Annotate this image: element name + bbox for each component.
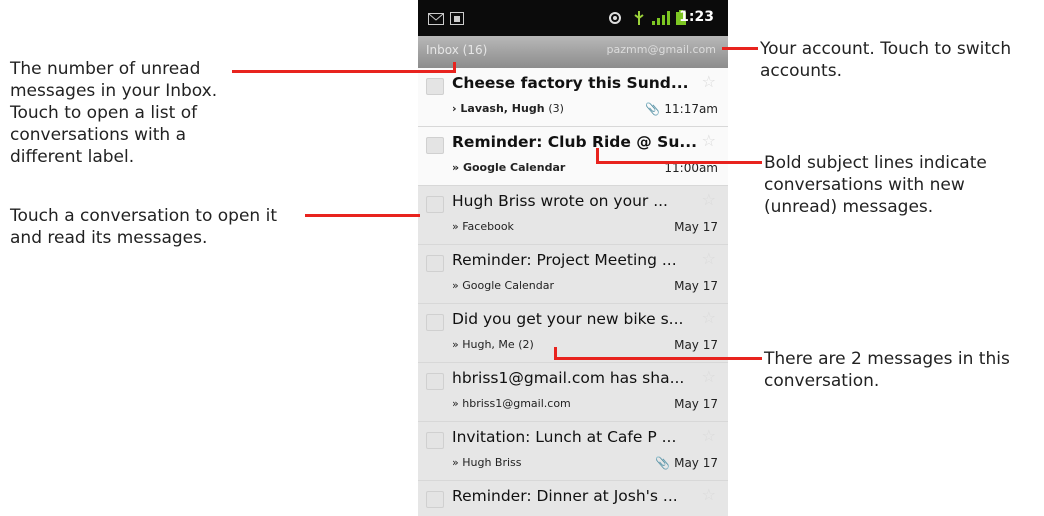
inbox-header-bar: Inbox (16) pazmm@gmail.com [418, 36, 728, 68]
signal-icon [652, 10, 670, 29]
date-text: May 17 [674, 456, 718, 470]
select-checkbox[interactable] [426, 255, 444, 272]
callout-open-conversation: Touch a conversation to open it and read… [10, 206, 277, 248]
sender-prefix-icon: » [452, 220, 459, 233]
callout-line-unread-count-tip [453, 62, 456, 73]
conversation-row[interactable]: ☆ Reminder: Club Ride @ Su... » Google Cal… [418, 127, 728, 186]
inbox-label-button[interactable]: Inbox (16) [426, 43, 487, 57]
callout-line-open-conversation [305, 214, 420, 217]
status-bar: 1:23 [418, 0, 728, 36]
conversation-subject: Cheese factory this Sund... [452, 74, 689, 92]
callout-bold-subject: Bold subject lines indicate conversation… [764, 153, 987, 217]
select-checkbox[interactable] [426, 432, 444, 449]
conversation-date: 📎 May 17 [655, 456, 718, 470]
date-text: May 17 [674, 279, 718, 293]
attachment-icon: 📎 [655, 456, 671, 470]
gps-icon [608, 10, 622, 29]
select-checkbox[interactable] [426, 196, 444, 213]
sd-card-icon [450, 10, 464, 29]
conversation-date: May 17 [674, 397, 718, 411]
conversation-sender: » Hugh, Me (2) [452, 338, 534, 351]
star-icon[interactable]: ☆ [702, 249, 716, 268]
callout-line-message-count [556, 357, 762, 360]
star-icon[interactable]: ☆ [702, 426, 716, 445]
conversation-subject: Invitation: Lunch at Cafe P ... [452, 428, 677, 446]
callout-account: Your account. Touch to switch accounts. [760, 39, 1012, 81]
select-checkbox[interactable] [426, 137, 444, 154]
select-checkbox[interactable] [426, 491, 444, 508]
sender-name: Google Calendar [462, 279, 554, 292]
date-text: May 17 [674, 397, 718, 411]
sender-name: Google Calendar [462, 161, 566, 174]
conversation-date: May 17 [674, 338, 718, 352]
conversation-list: ☆ Cheese factory this Sund... › Lavash, Hu… [418, 68, 728, 516]
account-switcher[interactable]: pazmm@gmail.com [607, 43, 716, 56]
conversation-date: May 17 [674, 279, 718, 293]
sender-prefix-icon: » [452, 338, 459, 351]
sender-prefix-icon: » [452, 161, 460, 174]
message-count: (3) [548, 102, 564, 115]
callout-line-unread-count [232, 70, 454, 73]
conversation-row[interactable]: ☆ Reminder: Project Meeting ... » Google C… [418, 245, 728, 304]
callout-line-message-count-tip [554, 347, 557, 360]
sender-name: Facebook [462, 220, 514, 233]
usb-icon [634, 10, 644, 29]
conversation-sender: › Lavash, Hugh (3) [452, 102, 564, 115]
status-time: 1:23 [679, 9, 714, 25]
conversation-date: May 17 [674, 220, 718, 234]
select-checkbox[interactable] [426, 314, 444, 331]
conversation-row[interactable]: ☆ Invitation: Lunch at Cafe P ... » Hugh B… [418, 422, 728, 481]
sender-name: Hugh Briss [462, 456, 522, 469]
attachment-icon: 📎 [645, 102, 661, 116]
date-text: May 17 [674, 220, 718, 234]
callout-message-count: There are 2 messages in this conversatio… [764, 349, 1010, 391]
sender-prefix-icon: » [452, 397, 459, 410]
date-text: 11:17am [664, 102, 718, 116]
star-icon[interactable]: ☆ [702, 367, 716, 386]
sender-prefix-icon: › [452, 102, 457, 115]
sender-prefix-icon: » [452, 456, 459, 469]
callout-line-account [722, 47, 758, 50]
sender-name: hbriss1@gmail.com [462, 397, 571, 410]
sender-name: Lavash, Hugh [460, 102, 545, 115]
sender-name: Hugh, Me [462, 338, 515, 351]
conversation-sender: » Google Calendar [452, 279, 554, 292]
date-text: May 17 [674, 338, 718, 352]
conversation-sender: » Facebook [452, 220, 514, 233]
conversation-row[interactable]: ☆ Cheese factory this Sund... › Lavash, Hu… [418, 68, 728, 127]
conversation-subject: Reminder: Club Ride @ Su... [452, 133, 698, 151]
message-count: (2) [518, 338, 534, 351]
conversation-sender: » Hugh Briss [452, 456, 522, 469]
conversation-row[interactable]: ☆ hbriss1@gmail.com has sha... » hbriss1@g… [418, 363, 728, 422]
callout-line-bold-subject-tip [596, 148, 599, 164]
gmail-notification-icon [428, 10, 444, 29]
conversation-row[interactable]: ☆ Hugh Briss wrote on your ...» Facebook … [418, 186, 728, 245]
star-icon[interactable]: ☆ [702, 190, 716, 209]
select-checkbox[interactable] [426, 373, 444, 390]
callout-unread-count: The number of unread messages in your In… [10, 59, 218, 167]
callout-line-bold-subject [598, 161, 762, 164]
sender-prefix-icon: » [452, 279, 459, 292]
star-icon[interactable]: ☆ [702, 485, 716, 504]
star-icon[interactable]: ☆ [702, 72, 716, 91]
conversation-row[interactable]: ☆ Did you get your new bike s... » Hugh, M… [418, 304, 728, 363]
select-checkbox[interactable] [426, 78, 444, 95]
conversation-sender: » Google Calendar [452, 161, 565, 174]
conversation-subject: hbriss1@gmail.com has sha... [452, 369, 685, 387]
conversation-subject: Reminder: Project Meeting ... [452, 251, 677, 269]
phone-screen: 1:23 Inbox (16) pazmm@gmail.com ☆ Cheese … [418, 0, 728, 516]
conversation-subject: Reminder: Dinner at Josh's ... [452, 487, 678, 505]
star-icon[interactable]: ☆ [702, 308, 716, 327]
star-icon[interactable]: ☆ [702, 131, 716, 150]
conversation-row[interactable]: ☆Reminder: Dinner at Josh's ...» Google … [418, 481, 728, 516]
conversation-date: 📎 11:17am [645, 102, 718, 116]
conversation-subject: Did you get your new bike s... [452, 310, 684, 328]
conversation-sender: » hbriss1@gmail.com [452, 397, 571, 410]
conversation-subject: Hugh Briss wrote on your ... [452, 192, 668, 210]
